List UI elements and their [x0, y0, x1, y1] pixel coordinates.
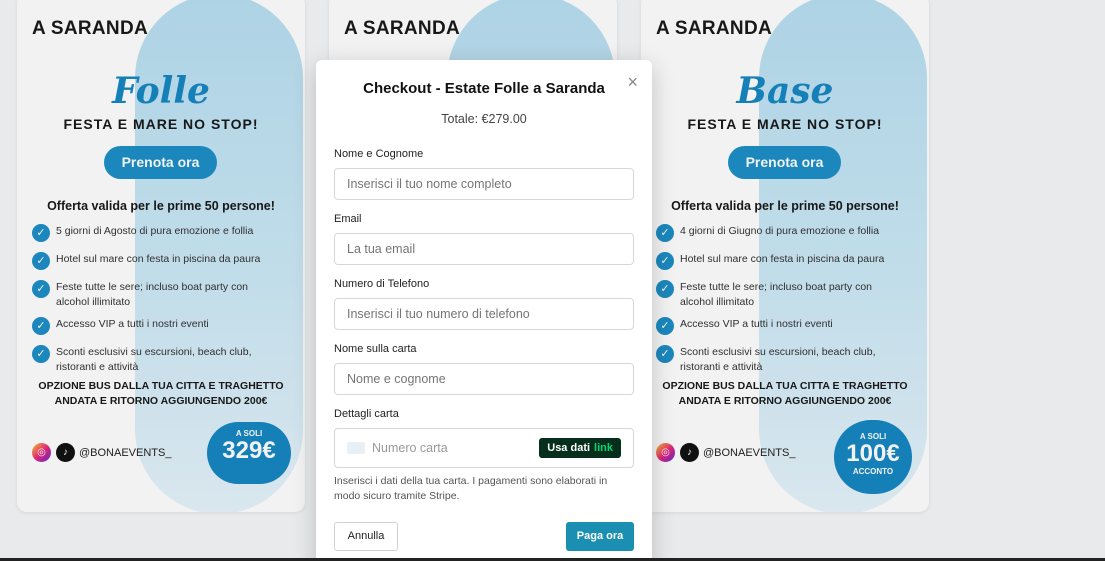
- cancel-button[interactable]: Annulla: [334, 522, 398, 551]
- card-number-placeholder: Numero carta: [372, 441, 448, 455]
- cardholder-label: Nome sulla carta: [334, 343, 417, 355]
- email-input[interactable]: [334, 233, 634, 265]
- name-input[interactable]: [334, 168, 634, 200]
- name-label: Nome e Cognome: [334, 148, 424, 160]
- pay-now-button[interactable]: Paga ora: [566, 522, 634, 551]
- cardholder-input[interactable]: [334, 363, 634, 395]
- checkout-modal: Checkout - Estate Folle a Saranda × Tota…: [316, 60, 652, 561]
- phone-input[interactable]: [334, 298, 634, 330]
- close-icon[interactable]: ×: [627, 72, 638, 93]
- credit-card-icon: [347, 442, 365, 454]
- email-label: Email: [334, 213, 362, 225]
- phone-label: Numero di Telefono: [334, 278, 430, 290]
- card-number-field[interactable]: Numero carta Usa dati link: [334, 428, 634, 468]
- payment-hint: Inserisci i dati della tua carta. I paga…: [334, 475, 608, 502]
- link-logo: link: [594, 442, 613, 454]
- card-details-label: Dettagli carta: [334, 408, 399, 420]
- modal-title: Checkout - Estate Folle a Saranda: [363, 80, 605, 97]
- order-total: Totale: €279.00: [441, 112, 527, 126]
- use-link-button[interactable]: Usa dati link: [539, 438, 621, 458]
